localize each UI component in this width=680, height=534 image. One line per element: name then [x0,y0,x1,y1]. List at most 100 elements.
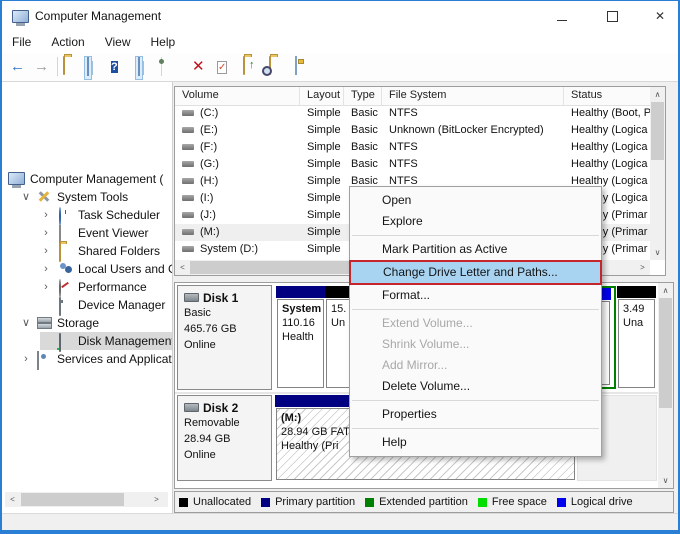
sidebar-item-task-scheduler[interactable]: › Task Scheduler [2,206,172,224]
volume-icon [182,110,194,116]
menu-item-properties[interactable]: Properties [350,404,601,425]
sidebar-item-shared-folders[interactable]: › Shared Folders [2,242,172,260]
column-header-layout[interactable]: Layout [300,87,344,105]
menu-help[interactable]: Help [141,31,186,53]
sidebar-item-event-viewer[interactable]: › Event Viewer [2,224,172,242]
disk1-status: Online [184,337,265,353]
partition-legend: Unallocated Primary partition Extended p… [174,491,674,513]
free-space-swatch [478,498,487,507]
folder-search-icon[interactable] [269,57,271,77]
expander-icon[interactable]: ∨ [20,188,32,206]
status-bar [2,513,678,532]
scroll-up-icon[interactable]: ∧ [659,284,672,297]
check-document-icon[interactable]: ✓ [217,57,227,77]
menu-item-explore[interactable]: Explore [350,211,601,232]
volume-row-c[interactable]: (C:) Simple Basic NTFS Healthy (Boot, P [175,105,650,122]
toolbar [2,53,678,82]
menu-view[interactable]: View [95,31,141,53]
menu-item-format[interactable]: Format... [350,285,601,306]
disk1-size: 465.76 GB [184,321,265,337]
computer-management-window: Computer Management ✕ File Action View H… [0,0,680,534]
window-title: Computer Management [35,1,161,31]
maximize-button[interactable] [595,1,629,31]
expander-icon[interactable]: › [40,224,52,242]
disk1-info-box[interactable]: Disk 1 Basic 465.76 GB Online [177,285,272,390]
volume-icon [182,246,194,252]
legend-item-primary-partition: Primary partition [261,496,355,508]
menu-item-delete-volume[interactable]: Delete Volume... [350,376,601,397]
disk-pane-v-scrollbar[interactable]: ∧ ∨ [658,283,673,488]
scroll-left-icon[interactable]: < [176,261,189,274]
volume-icon [182,212,194,218]
help-icon[interactable]: ? [111,57,118,77]
column-header-status[interactable]: Status [564,87,650,105]
expander-icon[interactable]: › [40,206,52,224]
scrollbar-thumb[interactable] [21,493,124,506]
disk2-info-box[interactable]: Disk 2 Removable 28.94 GB Online [177,395,272,481]
menu-item-open[interactable]: Open [350,190,601,211]
menu-bar: File Action View Help [2,31,678,54]
partition-name: System [282,302,319,316]
sidebar-item-services-applications[interactable]: › Services and Applicati [2,350,172,368]
menu-item-change-drive-letter[interactable]: Change Drive Letter and Paths... [349,260,602,285]
menu-file[interactable]: File [2,31,41,53]
expander-icon[interactable]: ∨ [20,314,32,332]
sidebar-item-storage[interactable]: ∨ Storage [2,314,172,332]
console-tree-toggle-icon[interactable] [84,56,92,80]
scroll-down-icon[interactable]: ∨ [659,474,672,487]
menu-item-mark-partition-active[interactable]: Mark Partition as Active [350,239,601,260]
volume-row-e[interactable]: (E:) Simple Basic Unknown (BitLocker Enc… [175,122,650,139]
sidebar-h-scrollbar[interactable]: < > [5,492,168,507]
scroll-right-icon[interactable]: > [636,261,649,274]
column-header-file-system[interactable]: File System [382,87,564,105]
computer-icon [8,172,25,185]
close-button[interactable]: ✕ [643,1,677,31]
volume-list-header: Volume Layout Type File System Status [175,87,650,106]
minimize-icon [557,20,567,21]
properties-list-icon[interactable] [295,57,297,77]
sidebar-item-local-users-groups[interactable]: › Local Users and Gr [2,260,172,278]
sidebar-item-computer-management[interactable]: Computer Management ( [2,170,172,188]
sidebar-item-performance[interactable]: › Performance [2,278,172,296]
minimize-button[interactable] [545,1,579,31]
expander-icon[interactable]: › [20,350,32,368]
column-header-volume[interactable]: Volume [175,87,300,105]
expander-icon[interactable]: › [40,260,52,278]
menu-item-extend-volume: Extend Volume... [350,313,601,334]
menu-item-shrink-volume: Shrink Volume... [350,334,601,355]
services-icon [37,351,39,370]
expander-icon[interactable]: › [40,242,52,260]
scroll-left-icon[interactable]: < [6,493,19,506]
app-icon [12,10,29,23]
disk1-partition-system[interactable]: System 110.16 Health [276,286,325,389]
sidebar-item-system-tools[interactable]: ∨ System Tools [2,188,172,206]
sidebar-item-device-manager[interactable]: Device Manager [2,296,172,314]
volume-list-v-scrollbar[interactable]: ∧ ∨ [650,87,665,260]
action-pane-toggle-icon[interactable] [135,56,143,80]
volume-icon [182,144,194,150]
scroll-down-icon[interactable]: ∨ [651,246,664,259]
expander-icon[interactable]: › [40,278,52,296]
export-folder-icon[interactable] [63,57,65,77]
back-icon[interactable]: ← [10,57,25,77]
sidebar-item-disk-management[interactable]: Disk Management [2,332,172,350]
delete-icon[interactable]: ✕ [192,57,205,77]
disk2-type: Removable [184,415,265,431]
volume-context-menu: Open Explore Mark Partition as Active Ch… [349,186,602,457]
legend-item-extended-partition: Extended partition [365,496,468,508]
scroll-right-icon[interactable]: > [150,493,163,506]
disk1-partition-unallocated-2[interactable]: 3.49 Una [617,286,656,389]
menu-item-help[interactable]: Help [350,432,601,453]
column-header-type[interactable]: Type [344,87,382,105]
volume-row-f[interactable]: (F:) Simple Basic NTFS Healthy (Logica [175,139,650,156]
forward-icon[interactable]: → [34,57,49,77]
volume-row-g[interactable]: (G:) Simple Basic NTFS Healthy (Logica [175,156,650,173]
partition-size: 3.49 [623,302,650,316]
menu-action[interactable]: Action [41,31,94,53]
legend-item-logical-drive: Logical drive [557,496,633,508]
scroll-up-icon[interactable]: ∧ [651,88,664,101]
folder-up-icon[interactable]: ↑ [243,57,245,77]
scrollbar-thumb[interactable] [659,298,672,408]
console-tree-panel: Computer Management ( ∨ System Tools › T… [2,82,173,513]
scrollbar-thumb[interactable] [651,102,664,160]
